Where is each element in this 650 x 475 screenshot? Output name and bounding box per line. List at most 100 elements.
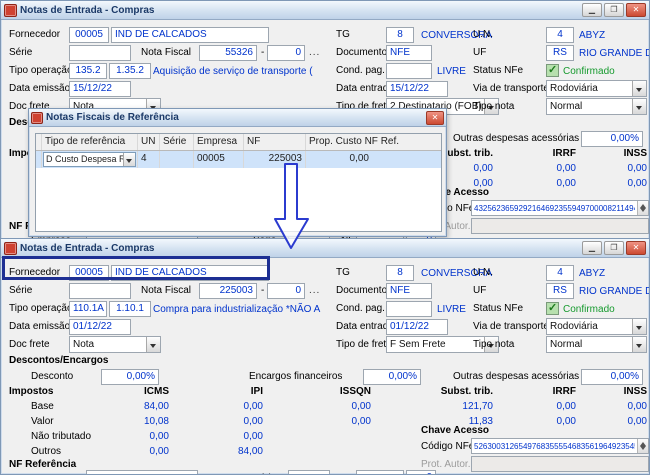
uf-name-text: RIO GRANDE DO SUL	[579, 48, 649, 59]
codigo-nfe-input[interactable]: 5263003126549768355554683561964923545617…	[471, 438, 649, 454]
tg-code-input[interactable]: 8	[386, 265, 414, 281]
un-name-text: ABYZ	[579, 268, 606, 279]
nota-fiscal-suffix-input[interactable]: 0	[267, 45, 305, 61]
codigo-nfe-value: 4325623659292164692355949700008211494316…	[474, 204, 635, 213]
minimize-button[interactable]: ▁	[582, 241, 602, 255]
tipo-nota-value: Normal	[550, 101, 583, 112]
un-code-input[interactable]: 4	[546, 27, 574, 43]
status-nfe-checkbox[interactable]	[546, 301, 559, 315]
cond-pag-input[interactable]	[386, 301, 432, 317]
nf-ref-input[interactable]	[356, 470, 404, 474]
fornecedor-name-input[interactable]: IND DE CALCADOS	[111, 265, 269, 281]
uf-code-input[interactable]: RS	[546, 45, 574, 61]
base-irrf: 0,00	[556, 163, 576, 174]
status-nfe-checkbox[interactable]	[546, 63, 559, 77]
chevron-down-icon	[636, 106, 642, 110]
spinner-icon[interactable]	[637, 201, 648, 215]
fornecedor-code-input[interactable]: 00005	[69, 27, 109, 43]
serie-cell	[160, 151, 194, 168]
nf-ref-suffix-input[interactable]: 0	[406, 470, 436, 474]
outras-despesas-input[interactable]: 0,00%	[581, 131, 643, 147]
spinner-icon[interactable]	[637, 439, 648, 453]
outros-icms: 0,00	[149, 446, 169, 457]
fornecedor-label: Fornecedor	[9, 267, 61, 278]
tipo-operacao-desc-text: Aquisição de serviço de transporte (	[153, 66, 313, 77]
data-emissao-input[interactable]: 15/12/22	[69, 81, 131, 97]
fornecedor-name-input[interactable]: IND DE CALCADOS	[111, 27, 269, 43]
naotrib-ipi: 0,00	[243, 431, 263, 442]
data-entrada-input[interactable]: 15/12/22	[386, 81, 448, 97]
status-nfe-value-text: Confirmado	[563, 66, 615, 77]
tipo-operacao-desc-text: Compra para industrialização *NÃO A	[153, 304, 321, 315]
doc-frete-value: Nota	[73, 339, 95, 350]
col-subst: Subst. trib.	[440, 386, 493, 397]
serie-input[interactable]	[69, 283, 131, 299]
doc-frete-label: Doc frete	[9, 339, 50, 350]
base-subst: 121,70	[462, 401, 493, 412]
tipo-nota-dropdown[interactable]: Normal	[546, 98, 647, 115]
base-inss: 0,00	[627, 163, 647, 174]
data-entrada-input[interactable]: 01/12/22	[386, 319, 448, 335]
encargos-input[interactable]: 0,00%	[363, 369, 421, 385]
minimize-button[interactable]: ▁	[582, 3, 602, 17]
col-ipi: IPI	[250, 386, 263, 397]
nota-fiscal-suffix-input[interactable]: 0	[267, 283, 305, 299]
base-inss: 0,00	[627, 401, 647, 412]
tipo-referencia-combobox[interactable]: D Custo Despesa Ref	[43, 152, 136, 167]
dialog-title: Notas Fiscais de Referência	[46, 112, 179, 123]
serie-ref-input[interactable]	[288, 470, 330, 474]
via-transporte-dropdown[interactable]: Rodoviária	[546, 318, 647, 335]
nf-referencia-heading: NF Referência	[9, 459, 77, 470]
tipo-cell: D Custo Despesa Ref	[42, 151, 138, 168]
col-serie: Série	[160, 134, 194, 150]
nota-fiscal-browse-button[interactable]: ...	[309, 47, 320, 58]
prop-custo-cell: 0,00	[349, 153, 369, 164]
nao-tributado-label: Não tributado	[31, 431, 92, 442]
tipo-nota-value: Normal	[550, 339, 583, 350]
tipo-operacao-label: Tipo operação	[9, 65, 73, 76]
status-nfe-label: Status NFe	[473, 303, 524, 314]
dialog-titlebar[interactable]: Notas Fiscais de Referência ✕	[29, 109, 446, 127]
data-emissao-input[interactable]: 01/12/22	[69, 319, 131, 335]
un-code-input[interactable]: 4	[546, 265, 574, 281]
tipo-nota-dropdown[interactable]: Normal	[546, 336, 647, 353]
tipo-operacao-code2-input[interactable]: 1.10.1	[109, 301, 151, 317]
tipo-operacao-code1-input[interactable]: 135.2	[69, 63, 107, 79]
empresa-input[interactable]	[86, 470, 198, 474]
cond-pag-input[interactable]	[386, 63, 432, 79]
dialog-close-button[interactable]: ✕	[426, 110, 444, 125]
close-button[interactable]: ✕	[626, 241, 646, 255]
maximize-button[interactable]: ❐	[604, 3, 624, 17]
down-arrow-annotation	[274, 163, 309, 249]
tipo-operacao-code1-input[interactable]: 110.1A	[69, 301, 107, 317]
desconto-input[interactable]: 0,00%	[101, 369, 159, 385]
nota-fiscal-dash: -	[261, 285, 265, 296]
documento-label: Documento	[336, 47, 388, 58]
via-transporte-dropdown[interactable]: Rodoviária	[546, 80, 647, 97]
tipo-operacao-code2-input[interactable]: 1.35.2	[109, 63, 151, 79]
outras-despesas-input[interactable]: 0,00%	[581, 369, 643, 385]
nota-fiscal-browse-button[interactable]: ...	[309, 285, 320, 296]
via-transporte-value: Rodoviária	[550, 321, 598, 332]
maximize-button[interactable]: ❐	[604, 241, 624, 255]
reference-row-selected[interactable]: D Custo Despesa Ref 4 00005 225003 0,00	[36, 151, 441, 168]
via-transporte-value: Rodoviária	[550, 83, 598, 94]
codigo-nfe-value: 5263003126549768355554683561964923545617…	[474, 442, 635, 451]
uf-code-input[interactable]: RS	[546, 283, 574, 299]
chevron-down-icon	[636, 344, 642, 348]
serie-input[interactable]	[69, 45, 131, 61]
fornecedor-code-input[interactable]: 00005	[69, 265, 109, 281]
nota-fiscal-label: Nota Fiscal	[141, 285, 192, 296]
titlebar[interactable]: Notas de Entrada - Compras ▁ ❐ ✕	[1, 1, 649, 20]
doc-frete-dropdown[interactable]: Nota	[69, 336, 161, 353]
documento-input[interactable]: NFE	[386, 283, 432, 299]
nota-fiscal-number-input[interactable]: 225003	[199, 283, 257, 299]
close-button[interactable]: ✕	[626, 3, 646, 17]
base-label: Base	[31, 401, 54, 412]
un-label: U.N.	[473, 29, 493, 40]
tg-code-input[interactable]: 8	[386, 27, 414, 43]
documento-input[interactable]: NFE	[386, 45, 432, 61]
nota-fiscal-number-input[interactable]: 55326	[199, 45, 257, 61]
codigo-nfe-input[interactable]: 4325623659292164692355949700008211494316…	[471, 200, 649, 216]
titlebar[interactable]: Notas de Entrada - Compras ▁ ❐ ✕	[1, 239, 649, 258]
